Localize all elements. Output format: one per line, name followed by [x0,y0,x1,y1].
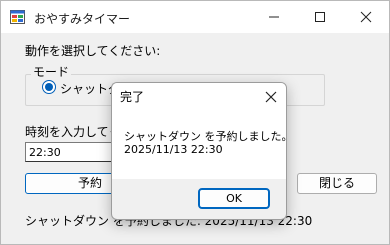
maximize-icon [315,12,325,22]
action-prompt: 動作を選択してください: [25,44,161,58]
minimize-button[interactable] [251,1,297,33]
ok-button[interactable]: OK [198,188,270,209]
app-icon [10,10,25,24]
completion-dialog: 完了 シャットダウン を予約しました。 2025/11/13 22:30 OK [111,82,287,220]
dialog-body: シャットダウン を予約しました。 2025/11/13 22:30 [112,111,286,179]
close-button[interactable]: 閉じる [297,173,377,194]
shutdown-radio[interactable] [42,80,56,94]
window-title: おやすみタイマー [34,12,131,26]
close-icon [265,91,277,103]
minimize-icon [269,16,279,18]
maximize-button[interactable] [297,1,343,33]
close-icon [360,11,372,23]
mode-group-label: モード [31,63,72,80]
dialog-close-button[interactable] [256,83,286,111]
dialog-datetime: 2025/11/13 22:30 [124,143,223,156]
close-window-button[interactable] [343,1,389,33]
dialog-title: 完了 [120,90,145,104]
dialog-title-bar[interactable]: 完了 [112,83,286,111]
dialog-message: シャットダウン を予約しました。 [124,130,287,143]
title-bar[interactable]: おやすみタイマー [1,1,389,33]
